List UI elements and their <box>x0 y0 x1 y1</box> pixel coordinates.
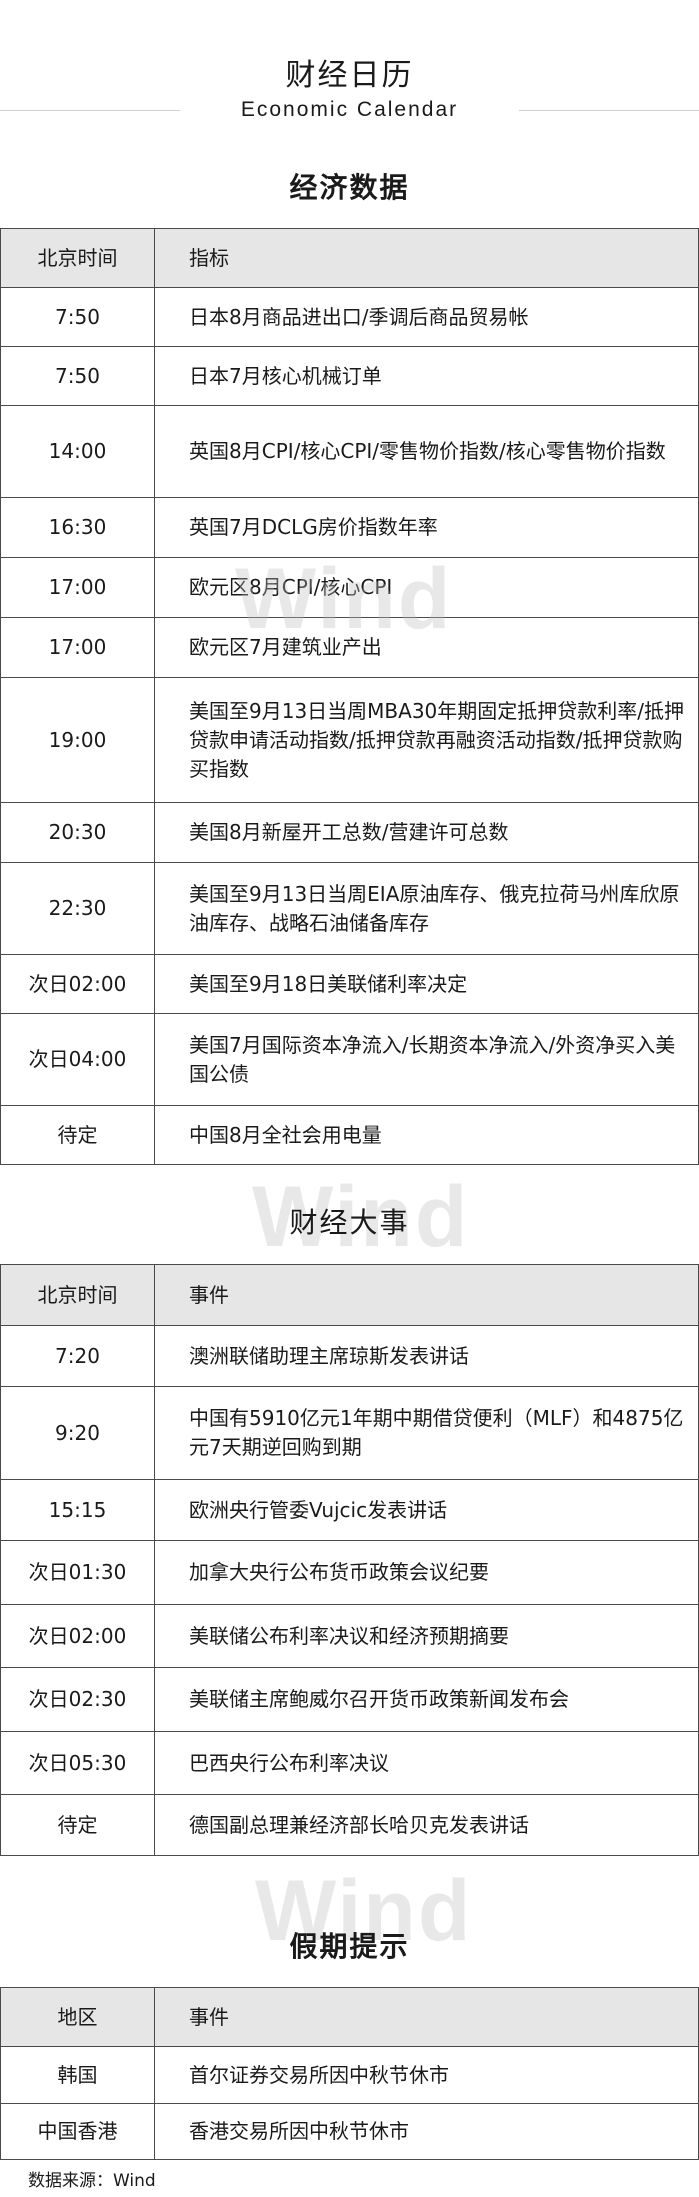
column-header-event: 事件 <box>154 1987 699 2047</box>
row-time: 次日02:00 <box>0 954 155 1014</box>
row-event: 欧洲央行管委Vujcic发表讲话 <box>154 1479 699 1541</box>
table-row: 次日02:00 美联储公布利率决议和经济预期摘要 <box>0 1604 699 1668</box>
financial-events-table: 北京时间 事件 7:20 澳洲联储助理主席琼斯发表讲话 9:20 中国有5910… <box>0 1264 699 1856</box>
table-row: 17:00 欧元区8月CPI/核心CPI <box>0 557 699 618</box>
row-time: 待定 <box>0 1794 155 1856</box>
table-header-row: 北京时间 事件 <box>0 1264 699 1326</box>
table-row: 次日02:00 美国至9月18日美联储利率决定 <box>0 954 699 1014</box>
row-time: 7:20 <box>0 1325 155 1387</box>
row-time: 次日02:30 <box>0 1667 155 1732</box>
data-source-note: 数据来源：Wind <box>28 2171 156 2191</box>
row-indicator: 美国至9月13日当周EIA原油库存、俄克拉荷马州库欣原油库存、战略石油储备库存 <box>154 862 699 955</box>
row-time: 15:15 <box>0 1479 155 1541</box>
row-event: 加拿大央行公布货币政策会议纪要 <box>154 1540 699 1605</box>
row-indicator: 美国至9月18日美联储利率决定 <box>154 954 699 1014</box>
row-time: 17:00 <box>0 557 155 618</box>
row-indicator: 欧元区8月CPI/核心CPI <box>154 557 699 618</box>
section-title-holidays: 假期提示 <box>289 1930 410 1963</box>
row-time: 17:00 <box>0 617 155 678</box>
page-header: 财经日历 Economic Calendar <box>0 0 699 152</box>
table-row: 中国香港 香港交易所因中秋节休市 <box>0 2103 699 2160</box>
column-header-event: 事件 <box>154 1264 699 1326</box>
table-row: 15:15 欧洲央行管委Vujcic发表讲话 <box>0 1479 699 1541</box>
table-row: 7:50 日本8月商品进出口/季调后商品贸易帐 <box>0 287 699 347</box>
row-indicator: 欧元区7月建筑业产出 <box>154 617 699 678</box>
row-indicator: 美国7月国际资本净流入/长期资本净流入/外资净买入美国公债 <box>154 1013 699 1106</box>
row-event: 巴西央行公布利率决议 <box>154 1731 699 1795</box>
header-divider-right <box>519 110 699 111</box>
column-header-time: 北京时间 <box>0 228 155 288</box>
table-row: 16:30 英国7月DCLG房价指数年率 <box>0 497 699 558</box>
row-time: 次日04:00 <box>0 1013 155 1106</box>
section-title-economic-data: 经济数据 <box>289 171 410 204</box>
row-indicator: 英国8月CPI/核心CPI/零售物价指数/核心零售物价指数 <box>154 405 699 498</box>
row-time: 9:20 <box>0 1386 155 1480</box>
row-time: 次日05:30 <box>0 1731 155 1795</box>
row-time: 16:30 <box>0 497 155 558</box>
row-region: 韩国 <box>0 2046 155 2104</box>
row-event: 德国副总理兼经济部长哈贝克发表讲话 <box>154 1794 699 1856</box>
table-row: 22:30 美国至9月13日当周EIA原油库存、俄克拉荷马州库欣原油库存、战略石… <box>0 862 699 955</box>
row-event: 首尔证券交易所因中秋节休市 <box>154 2046 699 2104</box>
row-time: 14:00 <box>0 405 155 498</box>
table-row: 7:50 日本7月核心机械订单 <box>0 346 699 406</box>
row-time: 次日02:00 <box>0 1604 155 1668</box>
table-row: 次日05:30 巴西央行公布利率决议 <box>0 1731 699 1795</box>
row-event: 美联储公布利率决议和经济预期摘要 <box>154 1604 699 1668</box>
column-header-indicator: 指标 <box>154 228 699 288</box>
column-header-time: 北京时间 <box>0 1264 155 1326</box>
table-row: 7:20 澳洲联储助理主席琼斯发表讲话 <box>0 1325 699 1387</box>
table-row: 次日02:30 美联储主席鲍威尔召开货币政策新闻发布会 <box>0 1667 699 1732</box>
holidays-table: 地区 事件 韩国 首尔证券交易所因中秋节休市 中国香港 香港交易所因中秋节休市 <box>0 1987 699 2160</box>
row-time: 22:30 <box>0 862 155 955</box>
table-row: 次日01:30 加拿大央行公布货币政策会议纪要 <box>0 1540 699 1605</box>
table-row: 次日04:00 美国7月国际资本净流入/长期资本净流入/外资净买入美国公债 <box>0 1013 699 1106</box>
table-row: 19:00 美国至9月13日当周MBA30年期固定抵押贷款利率/抵押贷款申请活动… <box>0 677 699 803</box>
row-indicator: 日本7月核心机械订单 <box>154 346 699 406</box>
table-row: 待定 中国8月全社会用电量 <box>0 1105 699 1165</box>
table-row: 9:20 中国有5910亿元1年期中期借贷便利（MLF）和4875亿元7天期逆回… <box>0 1386 699 1480</box>
economic-data-table: 北京时间 指标 7:50 日本8月商品进出口/季调后商品贸易帐 7:50 日本7… <box>0 228 699 1165</box>
row-event: 澳洲联储助理主席琼斯发表讲话 <box>154 1325 699 1387</box>
row-indicator: 日本8月商品进出口/季调后商品贸易帐 <box>154 287 699 347</box>
row-time: 19:00 <box>0 677 155 803</box>
table-header-row: 地区 事件 <box>0 1987 699 2047</box>
row-time: 次日01:30 <box>0 1540 155 1605</box>
row-indicator: 美国至9月13日当周MBA30年期固定抵押贷款利率/抵押贷款申请活动指数/抵押贷… <box>154 677 699 803</box>
row-indicator: 英国7月DCLG房价指数年率 <box>154 497 699 558</box>
row-event: 香港交易所因中秋节休市 <box>154 2103 699 2160</box>
row-event: 美联储主席鲍威尔召开货币政策新闻发布会 <box>154 1667 699 1732</box>
section-title-financial-events: 财经大事 <box>289 1206 410 1239</box>
row-indicator: 中国8月全社会用电量 <box>154 1105 699 1165</box>
table-row: 14:00 英国8月CPI/核心CPI/零售物价指数/核心零售物价指数 <box>0 405 699 498</box>
row-event: 中国有5910亿元1年期中期借贷便利（MLF）和4875亿元7天期逆回购到期 <box>154 1386 699 1480</box>
table-row: 待定 德国副总理兼经济部长哈贝克发表讲话 <box>0 1794 699 1856</box>
column-header-region: 地区 <box>0 1987 155 2047</box>
row-time: 7:50 <box>0 346 155 406</box>
table-row: 17:00 欧元区7月建筑业产出 <box>0 617 699 678</box>
page-title: 财经日历 <box>285 58 414 93</box>
table-row: 20:30 美国8月新屋开工总数/营建许可总数 <box>0 802 699 863</box>
table-header-row: 北京时间 指标 <box>0 228 699 288</box>
row-region: 中国香港 <box>0 2103 155 2160</box>
row-time: 7:50 <box>0 287 155 347</box>
row-time: 待定 <box>0 1105 155 1165</box>
row-indicator: 美国8月新屋开工总数/营建许可总数 <box>154 802 699 863</box>
row-time: 20:30 <box>0 802 155 863</box>
table-row: 韩国 首尔证券交易所因中秋节休市 <box>0 2046 699 2104</box>
